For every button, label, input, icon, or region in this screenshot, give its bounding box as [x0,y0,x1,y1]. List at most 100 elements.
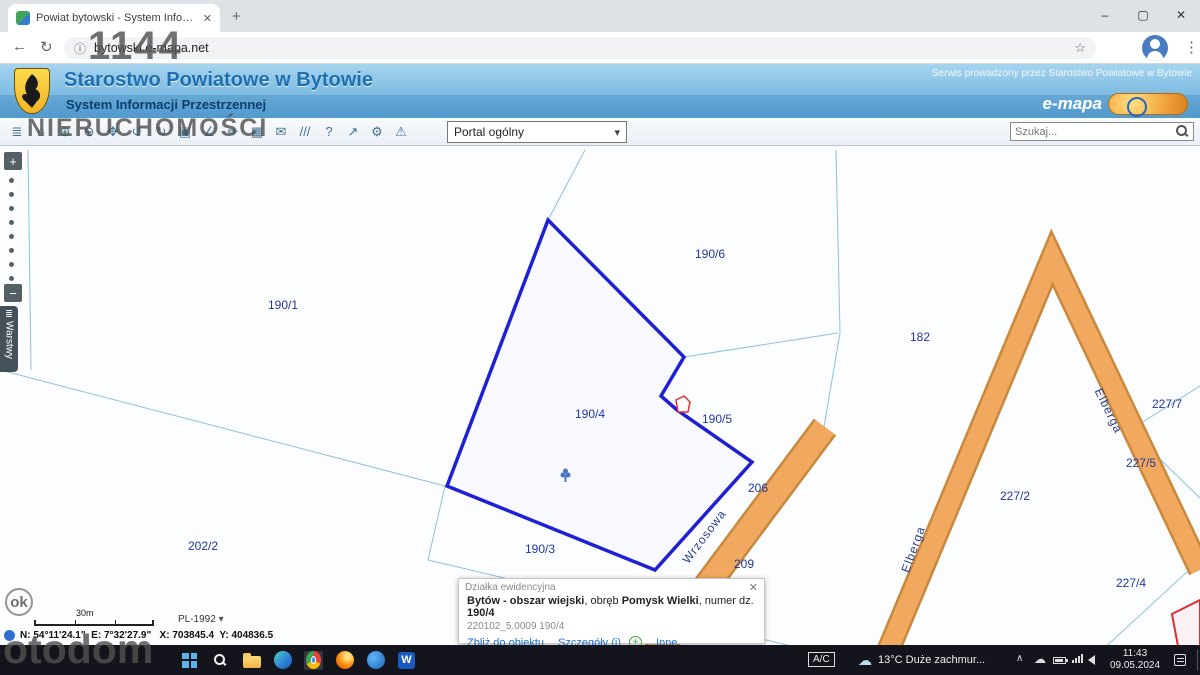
layers-icon[interactable]: ≣ [6,121,28,142]
parcel-label: 227/5 [1126,456,1157,470]
parcel-description: Bytów - obszar wiejski, obręb Pomysk Wie… [467,595,756,619]
scale-label: 30m [76,608,94,618]
portal-header: Starostwo Powiatowe w Bytowie System Inf… [0,64,1200,118]
clock-time: 11:43 [1122,648,1148,659]
map-viewport[interactable]: 190/1 190/6 190/4 190/5 190/3 202/2 182 … [0,146,1200,675]
back-icon[interactable]: ← [12,38,27,55]
tray-expand-icon[interactable]: ∧ [1016,653,1023,664]
url-text: bytowski.e-mapa.net [94,41,209,55]
zoom-out-button[interactable]: − [4,284,22,302]
tab-close-icon[interactable]: ✕ [203,12,212,25]
parcel-label: 227/4 [1116,576,1147,590]
search-input[interactable] [1015,125,1176,138]
warning-icon[interactable]: ⚠ [390,121,412,142]
parcel-label: 182 [910,330,931,344]
onedrive-icon[interactable]: ☁ [1034,652,1046,666]
emapa-logo [1108,93,1188,117]
network-icon[interactable] [1072,654,1083,663]
selected-building-outline [675,395,691,413]
parcel-label: 190/6 [695,247,726,261]
minimize-button[interactable]: – [1086,0,1124,30]
service-note: Serwis prowadzony przez Starostwo Powiat… [931,68,1192,79]
previous-view-icon[interactable]: ↺ [126,121,148,142]
profile-avatar[interactable] [1142,35,1168,61]
ac-indicator[interactable]: A/C [808,652,835,667]
teams-icon[interactable] [366,651,385,670]
taskbar-search-icon[interactable] [211,651,230,670]
layers-panel-tab[interactable]: ≣ Warstwy [0,306,18,372]
clock[interactable]: 11:43 09.05.2024 [1106,648,1164,672]
battery-icon[interactable] [1053,657,1068,664]
popup-title: Działka ewidencyjna [465,582,556,593]
parcel-label: 202/2 [188,539,219,553]
toolbar-icons: ≣ ⌂ ⊕ ⊖ ✥ ↺ ↻ ▣ ∠ ✏ ▦ ✉ /// ? ↗ ⚙ ⚠ [6,121,412,142]
weather-widget[interactable]: ☁ 13°C Duże zachmur... [858,645,985,675]
settings-icon[interactable]: ⚙ [366,121,388,142]
search-icon[interactable] [1176,125,1189,138]
parcel-region: Bytów - obszar wiejski [467,595,585,607]
highlighted-parcel-190-4[interactable] [444,216,755,573]
weather-text: 13°C Duże zachmur... [878,654,986,666]
window-controls: – ▢ ✕ [1086,0,1200,30]
chrome-icon[interactable] [304,650,323,670]
zoom-out-icon[interactable]: ⊖ [78,121,100,142]
coat-of-arms-logo [14,68,50,114]
coordinates-readout: N: 54°11'24.1" E: 7°32'27.9" X: 703845.4… [20,630,274,641]
message-icon[interactable]: ✉ [270,121,292,142]
zoom-in-button[interactable]: + [4,152,22,170]
table-icon[interactable]: ▦ [246,121,268,142]
close-button[interactable]: ✕ [1162,0,1200,30]
portal-select[interactable]: Portal ogólny [447,121,627,143]
zoom-slider[interactable] [9,178,14,281]
numer-label: , numer dz. [698,595,754,607]
map-toolbar: ≣ ⌂ ⊕ ⊖ ✥ ↺ ↻ ▣ ∠ ✏ ▦ ✉ /// ? ↗ ⚙ ⚠ Port… [0,118,1200,146]
portal-title: Starostwo Powiatowe w Bytowie [64,69,373,91]
url-input[interactable]: ⓘ bytowski.e-mapa.net ☆ [64,37,1096,59]
browser-menu-icon[interactable]: ⋮ [1184,38,1199,56]
map-search[interactable] [1010,122,1194,141]
measure-icon[interactable]: ∠ [198,121,220,142]
firefox-icon[interactable] [335,651,354,670]
next-view-icon[interactable]: ↻ [150,121,172,142]
refresh-icon[interactable]: ↻ [40,38,53,56]
parcel-label: 190/4 [575,407,606,421]
draw-icon[interactable]: ✏ [222,121,244,142]
home-icon[interactable]: ⌂ [30,121,52,142]
start-button[interactable] [180,651,199,670]
bookmark-star-icon[interactable]: ☆ [1074,40,1086,56]
tab-favicon-icon [16,11,30,25]
cloud-icon: ☁ [858,651,872,668]
file-explorer-icon[interactable] [242,651,261,670]
tab-title: Powiat bytowski - System Infor... [36,12,194,24]
clock-date: 09.05.2024 [1109,660,1161,671]
parcel-number: 190/4 [467,607,495,619]
crs-selector[interactable]: PL-1992 [178,614,224,625]
parcel-id: 220102_5.0009 190/4 [467,621,565,632]
red-boundary-corner [1170,598,1200,662]
share-icon[interactable]: ↗ [342,121,364,142]
layers-tab-label: Warstwy [3,321,15,359]
help-icon[interactable]: ? [318,121,340,142]
word-icon[interactable]: W [397,651,416,670]
zoom-in-icon[interactable]: ⊕ [54,121,76,142]
maximize-button[interactable]: ▢ [1124,0,1162,30]
parcel-label: 190/3 [525,542,556,556]
parcel-label: 227/2 [1000,489,1031,503]
new-tab-button[interactable]: + [232,8,241,25]
parcel-label: 190/1 [268,298,299,312]
popup-close-icon[interactable]: ✕ [749,581,758,594]
emapa-brand: e-mapa [1042,94,1102,113]
hatch-icon[interactable]: /// [294,121,316,142]
full-extent-icon[interactable]: ▣ [174,121,196,142]
edge-icon[interactable] [273,651,292,670]
site-info-icon[interactable]: ⓘ [74,40,86,57]
scale-bar [34,620,154,626]
pan-icon[interactable]: ✥ [102,121,124,142]
browser-address-bar: ← ↻ ⓘ bytowski.e-mapa.net ☆ ⋮ [0,32,1200,64]
portal-select-value: Portal ogólny [454,125,525,139]
volume-icon[interactable] [1088,655,1095,665]
parcel-obreb: Pomysk Wielki [621,595,699,607]
map-canvas[interactable] [0,146,1200,675]
browser-tab[interactable]: Powiat bytowski - System Infor... ✕ [8,4,220,32]
action-center-icon[interactable] [1174,654,1186,666]
